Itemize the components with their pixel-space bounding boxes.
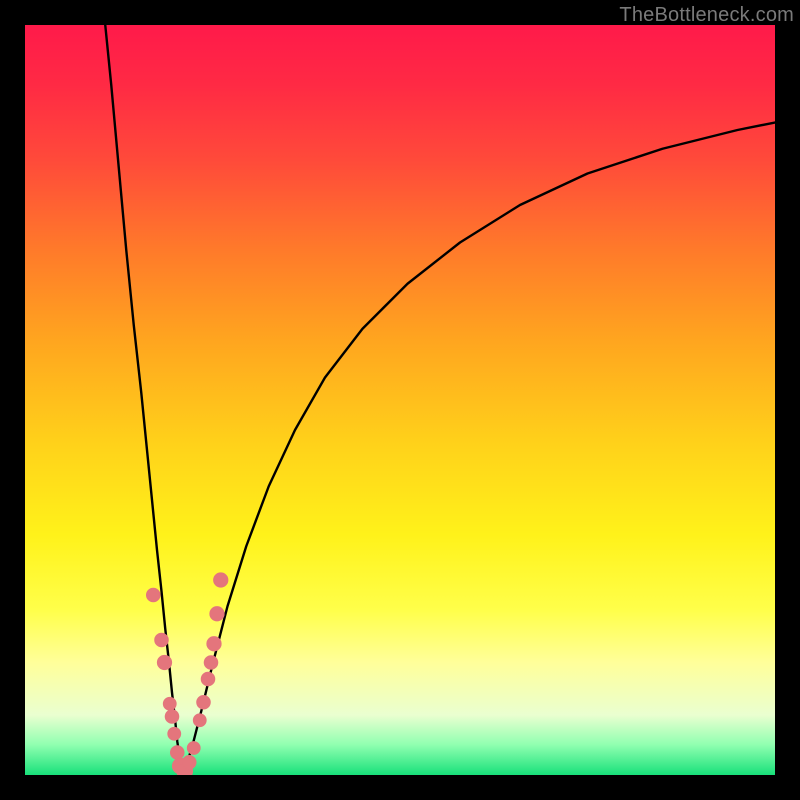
marker-dot bbox=[163, 697, 176, 710]
marker-dot bbox=[207, 637, 221, 651]
right-branch-line bbox=[183, 123, 776, 776]
marker-dot bbox=[214, 573, 228, 587]
marker-dot bbox=[168, 727, 181, 740]
marker-dot bbox=[187, 742, 200, 755]
chart-frame: TheBottleneck.com bbox=[0, 0, 800, 800]
marker-dot bbox=[204, 656, 218, 670]
marker-dot bbox=[210, 607, 224, 621]
watermark-text: TheBottleneck.com bbox=[619, 4, 794, 27]
marker-dot bbox=[193, 714, 206, 727]
marker-dot bbox=[146, 588, 160, 602]
marker-dot bbox=[165, 710, 179, 724]
plot-area bbox=[25, 25, 775, 775]
marker-group bbox=[146, 573, 227, 775]
marker-dot bbox=[197, 695, 211, 709]
marker-dot bbox=[201, 672, 215, 686]
marker-dot bbox=[155, 633, 169, 647]
marker-dot bbox=[170, 746, 184, 760]
marker-dot bbox=[157, 655, 171, 669]
curve-layer bbox=[25, 25, 775, 775]
marker-dot bbox=[182, 755, 196, 769]
